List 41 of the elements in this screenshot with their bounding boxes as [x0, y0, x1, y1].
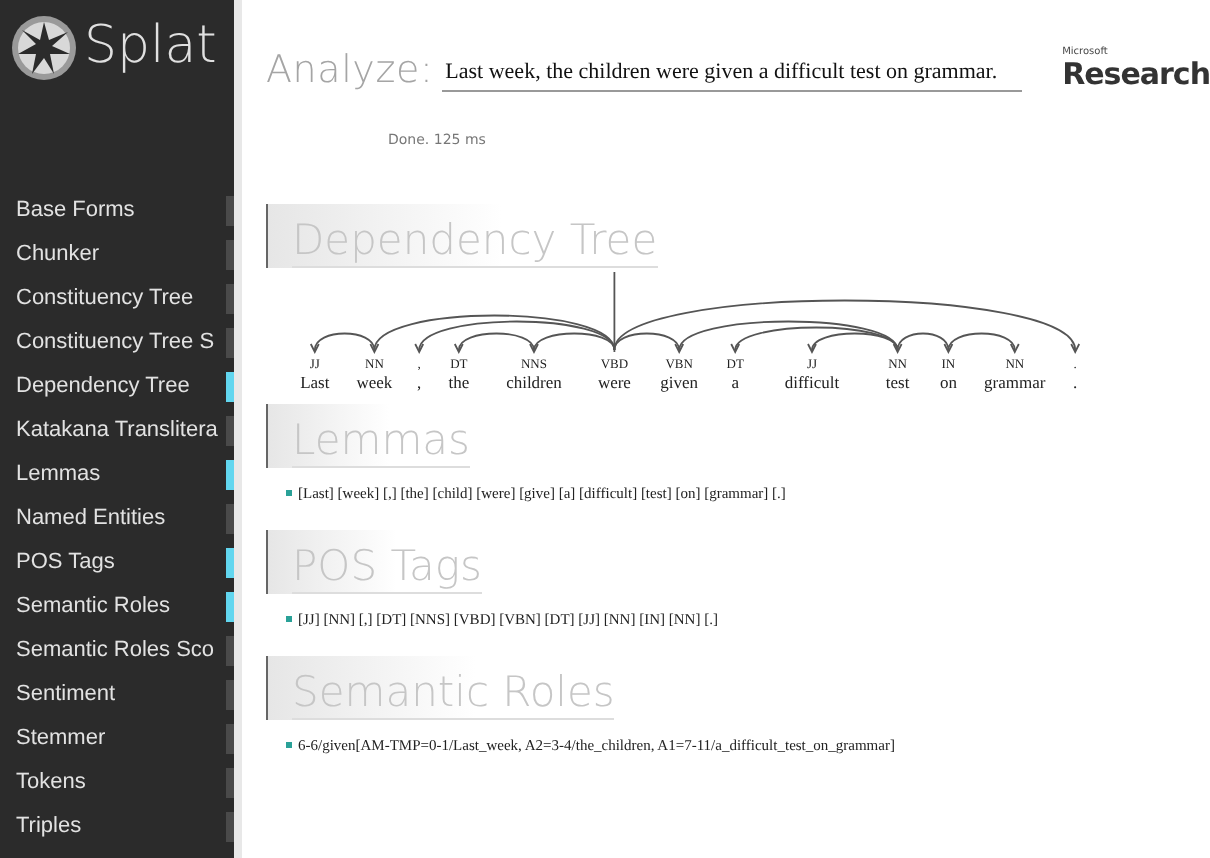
- toggle[interactable]: [226, 327, 234, 357]
- toggle[interactable]: [226, 239, 234, 269]
- bullet-icon: [286, 742, 292, 748]
- sidebar-item[interactable]: Semantic Roles Sco: [0, 638, 226, 662]
- sidebar-item[interactable]: Constituency Tree S: [0, 330, 226, 354]
- toggle[interactable]: [226, 723, 234, 753]
- splat-logo-icon: [10, 14, 78, 82]
- bullet-icon: [286, 616, 292, 622]
- section-heading: Dependency Tree: [266, 204, 658, 268]
- sidebar-item[interactable]: Tokens: [0, 770, 226, 794]
- sidebar-item[interactable]: Base Forms: [0, 198, 226, 222]
- toggle[interactable]: [226, 503, 234, 533]
- sidebar-item[interactable]: Lemmas: [0, 462, 226, 486]
- sidebar-item[interactable]: Named Entities: [0, 506, 226, 530]
- sidebar-item[interactable]: Stemmer: [0, 726, 226, 750]
- toggle[interactable]: [226, 679, 234, 709]
- toggle[interactable]: [226, 459, 234, 489]
- toggle[interactable]: [226, 371, 234, 401]
- toggle[interactable]: [226, 811, 234, 841]
- analyze-label: Analyze:: [266, 48, 434, 92]
- section-heading: Semantic Roles: [266, 656, 615, 720]
- app-name: Splat: [84, 14, 217, 80]
- sidebar-item[interactable]: Katakana Translitera: [0, 418, 226, 442]
- toggle[interactable]: [226, 547, 234, 577]
- section-heading: Lemmas: [266, 404, 470, 468]
- sidebar-item[interactable]: Triples: [0, 814, 226, 838]
- sidebar-item[interactable]: POS Tags: [0, 550, 226, 574]
- brand-logo-text: Research: [1062, 58, 1210, 90]
- toggle[interactable]: [226, 195, 234, 225]
- sidebar-item[interactable]: Sentiment: [0, 682, 226, 706]
- toggle[interactable]: [226, 415, 234, 445]
- bullet-icon: [286, 490, 292, 496]
- toggle[interactable]: [226, 635, 234, 665]
- sidebar-item[interactable]: Chunker: [0, 242, 226, 266]
- toggle[interactable]: [226, 767, 234, 797]
- sentence-input[interactable]: Last week, the children were given a difficult test on grammar.: [441, 60, 1023, 92]
- sidebar-item[interactable]: Dependency Tree: [0, 374, 226, 398]
- toggle[interactable]: [226, 283, 234, 313]
- sidebar-item[interactable]: Constituency Tree: [0, 286, 226, 310]
- sidebar-item[interactable]: Semantic Roles: [0, 594, 226, 618]
- toggle[interactable]: [226, 591, 234, 621]
